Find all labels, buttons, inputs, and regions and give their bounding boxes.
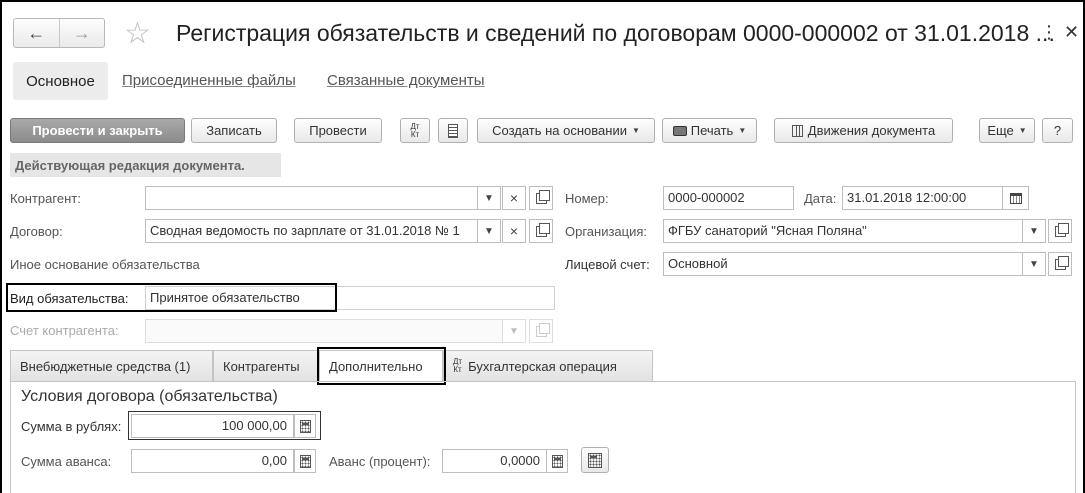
kt-icon: Кт [453, 365, 462, 374]
tab-main[interactable]: Основное [13, 62, 108, 100]
counterparty-account-input[interactable] [145, 319, 503, 343]
current-revision-banner: Действующая редакция документа. [10, 153, 281, 177]
counterparty-label: Контрагент: [10, 191, 81, 206]
counterparty-account-label: Счет контрагента: [10, 323, 119, 338]
counterparty-account-open-button[interactable] [529, 319, 553, 343]
tab-offbudget-funds[interactable]: Внебюджетные средства (1) [10, 350, 213, 382]
close-icon[interactable]: ✕ [1064, 22, 1079, 42]
organization-input[interactable]: ФГБУ санаторий "Ясная Поляна" [663, 219, 1023, 243]
tab-attached-files[interactable]: Присоединенные файлы [122, 72, 296, 89]
caret-down-icon: ▼ [1029, 258, 1039, 270]
calendar-button[interactable] [1002, 186, 1029, 210]
contract-dropdown-button[interactable]: ▼ [477, 219, 501, 243]
post-and-close-button[interactable]: Провести и закрыть [10, 118, 185, 143]
counterparty-open-button[interactable] [529, 186, 553, 210]
clear-icon: × [509, 190, 519, 206]
open-icon [535, 222, 550, 237]
more-label: Еще [987, 123, 1014, 138]
number-label: Номер: [565, 191, 609, 206]
movements-label: Движения документа [807, 123, 936, 138]
organization-label: Организация: [565, 224, 648, 239]
focus-frame [128, 411, 321, 440]
favorite-star-icon[interactable]: ☆ [124, 16, 151, 52]
caret-down-icon: ▼ [484, 225, 494, 237]
print-button[interactable]: Печать ▼ [662, 118, 757, 143]
date-label: Дата: [804, 191, 837, 206]
list-icon [448, 123, 458, 138]
personal-account-open-button[interactable] [1048, 252, 1072, 276]
arrow-left-icon: ← [27, 22, 46, 43]
section-title: Условия договора (обязательства) [21, 388, 278, 405]
document-window: ← → ☆ Регистрация обязательств и сведени… [0, 0, 1085, 493]
back-button[interactable]: ← [14, 19, 59, 47]
open-icon [1054, 255, 1069, 270]
post-button[interactable]: Провести [294, 118, 382, 143]
highlight-frame [6, 283, 337, 312]
document-movements-button[interactable]: Движения документа [774, 118, 953, 143]
personal-account-input[interactable]: Основной [663, 252, 1023, 276]
dt-kt-button[interactable]: Дт Кт [400, 118, 430, 143]
sum-rub-label: Сумма в рублях: [21, 419, 122, 434]
calculator-icon [299, 454, 311, 468]
advance-sum-calculator-button[interactable] [294, 449, 316, 473]
list-button[interactable] [438, 118, 468, 143]
other-basis-checkbox-label[interactable]: Иное основание обязательства [10, 257, 200, 272]
print-label: Печать [690, 123, 734, 138]
more-button[interactable]: Еще ▼ [979, 118, 1035, 143]
open-icon [535, 189, 550, 204]
organization-dropdown-button[interactable]: ▼ [1022, 219, 1046, 243]
contract-open-button[interactable] [529, 219, 553, 243]
clear-icon: × [509, 223, 519, 239]
contract-clear-button[interactable]: × [502, 219, 526, 243]
counterparty-input[interactable] [145, 186, 478, 210]
dt-kt-icon: Дт Кт [453, 358, 462, 374]
advance-percent-input[interactable]: 0,0000 [442, 449, 547, 473]
calendar-icon [1009, 192, 1022, 204]
help-button[interactable]: ? [1042, 118, 1073, 143]
personal-account-label: Лицевой счет: [565, 257, 650, 272]
calculator-icon [551, 454, 563, 468]
highlight-frame [317, 347, 446, 385]
contract-input[interactable]: Сводная ведомость по зарплате от 31.01.2… [145, 219, 478, 243]
contract-label: Договор: [10, 224, 63, 239]
page-title: Регистрация обязательств и сведений по д… [176, 20, 1055, 46]
personal-account-dropdown-button[interactable]: ▼ [1022, 252, 1046, 276]
organization-open-button[interactable] [1048, 219, 1072, 243]
advance-sum-input[interactable]: 0,00 [131, 449, 294, 473]
printer-icon [672, 125, 687, 136]
counterparty-account-dropdown-button[interactable]: ▼ [502, 319, 526, 343]
advance-percent-label: Аванс (процент): [329, 454, 431, 469]
forward-button[interactable]: → [58, 19, 105, 47]
caret-down-icon: ▼ [1018, 126, 1027, 135]
caret-down-icon: ▼ [484, 192, 494, 204]
create-based-on-button[interactable]: Создать на основании ▼ [477, 118, 655, 143]
kt-icon: Кт [410, 129, 420, 139]
advance-sum-label: Сумма аванса: [21, 454, 112, 469]
open-icon [1054, 222, 1069, 237]
more-icon[interactable]: ⋮ [1040, 22, 1058, 42]
date-input[interactable]: 31.01.2018 12:00:00 [842, 186, 1003, 210]
open-icon [535, 322, 550, 337]
save-button[interactable]: Записать [191, 118, 277, 143]
caret-down-icon: ▼ [738, 126, 747, 135]
calculator-button[interactable] [581, 447, 609, 473]
caret-down-icon: ▼ [1029, 225, 1039, 237]
counterparty-clear-button[interactable]: × [502, 186, 526, 210]
counterparty-dropdown-button[interactable]: ▼ [477, 186, 501, 210]
number-input[interactable]: 0000-000002 [663, 186, 794, 210]
accounting-operation-label: Бухгалтерская операция [468, 358, 617, 374]
advance-percent-calculator-button[interactable] [546, 449, 568, 473]
calculator-icon [588, 452, 602, 468]
create-based-on-label: Создать на основании [492, 123, 627, 138]
tab-counterparties[interactable]: Контрагенты [213, 350, 319, 382]
tab-accounting-operation[interactable]: Дт Кт Бухгалтерская операция [443, 350, 653, 382]
movements-icon [791, 124, 803, 137]
navigation-buttons: ← → [13, 18, 105, 48]
arrow-right-icon: → [72, 22, 91, 43]
caret-down-icon: ▼ [509, 325, 519, 337]
caret-down-icon: ▼ [631, 126, 640, 135]
tab-related-documents[interactable]: Связанные документы [327, 72, 485, 89]
